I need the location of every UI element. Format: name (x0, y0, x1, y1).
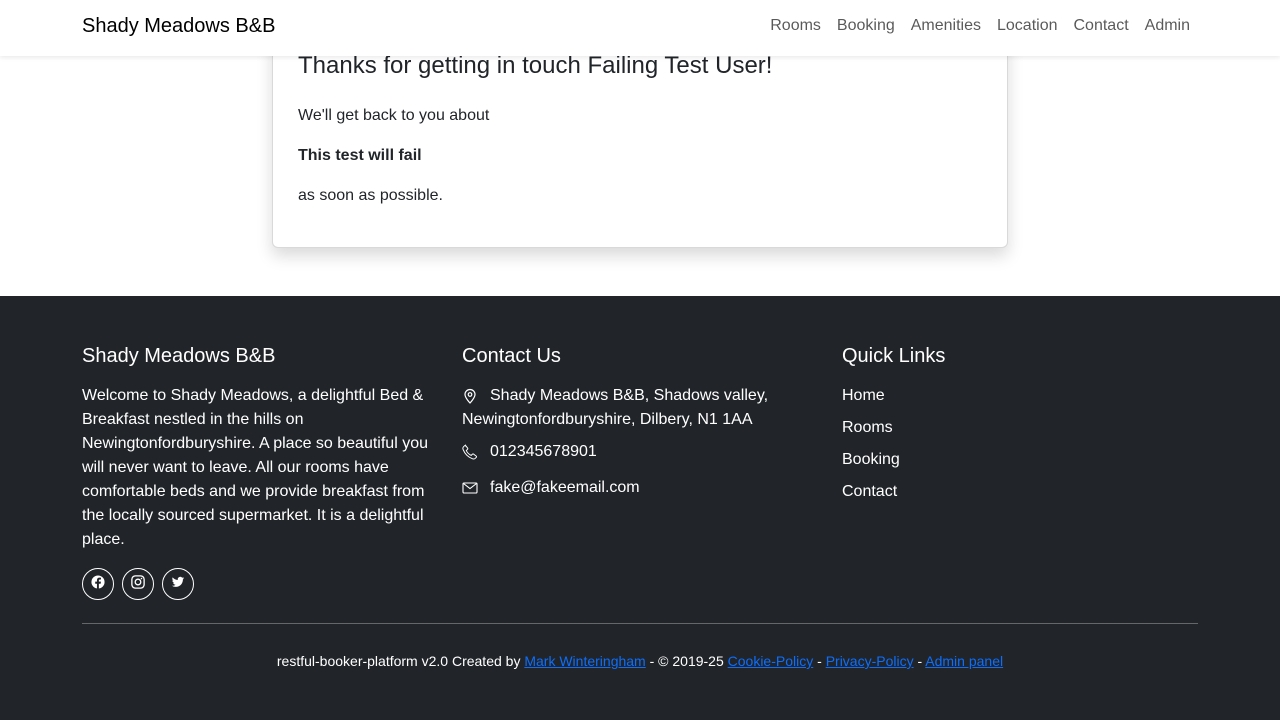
location-pin-icon (462, 384, 490, 412)
confirmation-subject: This test will fail (298, 147, 422, 164)
footer: Shady Meadows B&B Welcome to Shady Meado… (0, 296, 1280, 720)
contact-address-text: Shady Meadows B&B, Shadows valley, Newin… (462, 387, 769, 428)
footer-about: Shady Meadows B&B Welcome to Shady Meado… (82, 344, 438, 600)
quick-links-list: Home Rooms Booking Contact (842, 384, 1198, 504)
nav-link-contact[interactable]: Contact (1074, 17, 1129, 35)
quick-link-home[interactable]: Home (842, 384, 1198, 408)
quick-link-booking[interactable]: Booking (842, 448, 1198, 472)
instagram-icon (131, 574, 145, 594)
contact-email: fake@fakeemail.com (462, 476, 822, 504)
quick-link-contact[interactable]: Contact (842, 480, 1198, 504)
separator: - (913, 653, 926, 669)
copyright-prefix: restful-booker-platform v2.0 Created by (276, 653, 525, 669)
copyright-year: - © 2019-25 (645, 653, 728, 669)
nav-link-admin[interactable]: Admin (1145, 17, 1190, 35)
nav-link-amenities[interactable]: Amenities (911, 17, 981, 35)
footer-divider (82, 623, 1198, 624)
twitter-icon (171, 575, 185, 594)
contact-email-text: fake@fakeemail.com (490, 479, 640, 496)
brand-link[interactable]: Shady Meadows B&B (82, 15, 275, 38)
nav-links: Rooms Booking Amenities Location Contact… (770, 17, 1190, 35)
confirmation-heading: Thanks for getting in touch Failing Test… (298, 52, 773, 79)
social-links (82, 568, 438, 600)
footer-contact: Contact Us Shady Meadows B&B, Shadows va… (462, 344, 822, 512)
quick-link-rooms[interactable]: Rooms (842, 416, 1198, 440)
phone-icon (462, 440, 490, 468)
confirmation-closing: as soon as possible. (298, 187, 443, 204)
top-navbar: Shady Meadows B&B Rooms Booking Amenitie… (0, 0, 1280, 56)
nav-link-booking[interactable]: Booking (837, 17, 895, 35)
contact-phone: 012345678901 (462, 440, 822, 468)
copyright-line: restful-booker-platform v2.0 Created by … (0, 653, 1280, 669)
footer-quick-links: Quick Links Home Rooms Booking Contact (842, 344, 1198, 512)
admin-panel-link[interactable]: Admin panel (925, 653, 1003, 669)
confirmation-line: We'll get back to you about (298, 107, 490, 124)
cookie-policy-link[interactable]: Cookie-Policy (728, 653, 814, 669)
privacy-policy-link[interactable]: Privacy-Policy (826, 653, 914, 669)
twitter-link[interactable] (162, 568, 194, 600)
footer-about-title: Shady Meadows B&B (82, 345, 276, 367)
facebook-link[interactable] (82, 568, 114, 600)
contact-phone-text: 012345678901 (490, 443, 597, 460)
footer-quick-links-title: Quick Links (842, 345, 946, 367)
nav-link-location[interactable]: Location (997, 17, 1058, 35)
instagram-link[interactable] (122, 568, 154, 600)
nav-link-rooms[interactable]: Rooms (770, 17, 821, 35)
contact-address: Shady Meadows B&B, Shadows valley, Newin… (462, 384, 822, 432)
footer-about-text: Welcome to Shady Meadows, a delightful B… (82, 387, 428, 548)
footer-contact-title: Contact Us (462, 345, 561, 367)
separator: - (813, 653, 826, 669)
author-link[interactable]: Mark Winteringham (524, 653, 645, 669)
facebook-icon (91, 574, 105, 594)
envelope-icon (462, 476, 490, 504)
